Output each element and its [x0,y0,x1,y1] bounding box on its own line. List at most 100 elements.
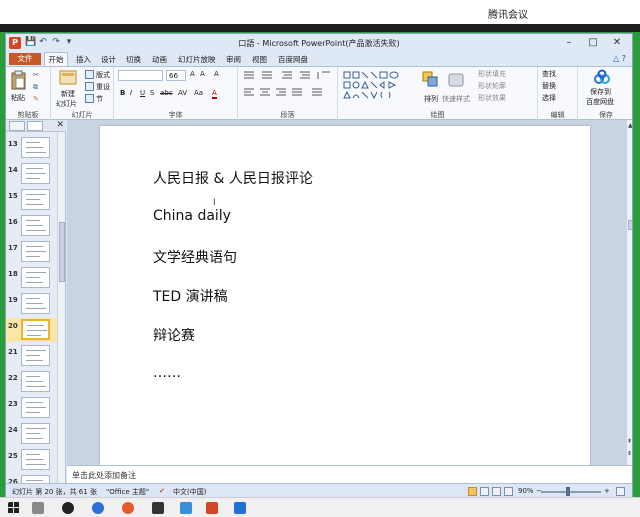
clear-format-icon[interactable]: A [214,70,219,78]
tab-view[interactable]: 视图 [252,54,267,65]
shape-outline-button[interactable]: 形状轮廓 [478,81,506,91]
zoom-level[interactable]: 90% [518,487,534,495]
slide-thumbnail[interactable]: 17 [6,240,58,264]
new-slide-icon[interactable] [59,70,77,86]
powerpoint-taskbar-icon[interactable] [206,502,218,514]
save-to-baidu-button[interactable]: 百度网盘 [586,97,614,107]
shape-effects-button[interactable]: 形状效果 [478,93,506,103]
arrange-icon[interactable] [422,71,438,87]
arrange-button[interactable]: 排列 [424,94,438,104]
reading-view-button[interactable] [492,487,501,496]
thumbnail-scroll-thumb[interactable] [59,222,65,282]
alignment-buttons-icon[interactable] [242,87,332,99]
reset-icon[interactable] [85,82,94,91]
tab-file[interactable]: 文件 [9,53,41,65]
zoom-slider-knob[interactable] [566,487,570,496]
fit-to-window-button[interactable] [616,487,625,496]
slide-thumbnail[interactable]: 21 [6,344,58,368]
slide-thumbnail-preview[interactable] [21,189,50,210]
copy-icon[interactable]: ⧉ [33,83,38,92]
tab-insert[interactable]: 插入 [76,54,91,65]
app-icon[interactable] [62,502,74,514]
thumbnail-scrollbar[interactable] [57,132,65,483]
tab-animations[interactable]: 动画 [152,54,167,65]
shape-fill-button[interactable]: 形状填充 [478,69,506,79]
quick-styles-icon[interactable] [448,71,464,87]
windows-start-icon[interactable] [8,502,20,514]
slide-text-line[interactable]: 人民日报 & 人民日报评论 [153,168,313,188]
maximize-button[interactable]: □ [582,36,604,50]
reset-button[interactable]: 重设 [96,82,110,92]
strikethrough-button[interactable]: abc [160,89,173,97]
chrome-icon[interactable] [122,502,134,514]
change-case-button[interactable]: Aa [194,89,203,97]
app-icon[interactable] [180,502,192,514]
slide-thumbnail-preview[interactable] [21,449,50,470]
italic-button[interactable]: I [130,89,132,97]
slide-thumbnail[interactable]: 14 [6,162,58,186]
spell-check-icon[interactable]: ✔ [159,487,165,495]
slide-scrollbar[interactable]: ▲ ⇞ ⇟ [626,120,632,465]
slide-text-line[interactable]: …… [153,365,181,381]
shapes-gallery-icon[interactable] [342,70,412,100]
list-buttons-icon[interactable] [242,70,332,80]
slide-thumbnail-preview[interactable] [21,215,50,236]
zoom-slider[interactable] [541,491,601,493]
slide-thumbnail-preview[interactable] [21,267,50,288]
tab-transitions[interactable]: 切换 [126,54,141,65]
tab-review[interactable]: 审阅 [226,54,241,65]
section-button[interactable]: 节 [96,94,103,104]
slide-thumbnail[interactable]: 23 [6,396,58,420]
find-button[interactable]: 查找 [542,69,556,79]
char-spacing-button[interactable]: AV [178,89,187,97]
notes-pane[interactable]: 单击此处添加备注 [67,465,632,483]
section-icon[interactable] [85,94,94,103]
slide-thumbnail-preview[interactable] [21,137,50,158]
select-button[interactable]: 选择 [542,93,556,103]
font-color-button[interactable]: A [212,89,217,99]
tencent-meeting-icon[interactable] [234,502,246,514]
slide-thumbnail[interactable]: 19 [6,292,58,316]
tab-home[interactable]: 开始 [44,52,68,67]
close-panel-icon[interactable]: ✕ [56,120,64,130]
tab-slideshow[interactable]: 幻灯片放映 [178,54,216,65]
slide-text-line[interactable]: 文学经典语句 [153,247,237,267]
slide-thumbnail-preview[interactable] [21,293,50,314]
slide-thumbnail[interactable]: 20 [6,318,58,342]
shadow-button[interactable]: S [150,89,154,97]
paste-button[interactable]: 粘贴 [11,93,25,103]
task-view-icon[interactable] [32,502,44,514]
paste-icon[interactable] [11,70,27,90]
slide-text-line[interactable]: 辩论赛 [153,325,195,345]
slide-thumbnail[interactable]: 15 [6,188,58,212]
language-indicator[interactable]: 中文(中国) [173,487,206,497]
slide-scroll-thumb[interactable] [628,220,632,230]
tab-slides-view[interactable] [9,121,25,131]
layout-icon[interactable] [85,70,94,79]
tab-outline-view[interactable] [27,121,43,131]
new-slide-button-label[interactable]: 幻灯片 [56,99,77,109]
save-to-label[interactable]: 保存到 [590,87,611,97]
slide-thumbnail-preview[interactable] [21,163,50,184]
help-icon[interactable]: △ ? [613,54,626,63]
slide-thumbnail[interactable]: 24 [6,422,58,446]
slideshow-button[interactable] [504,487,513,496]
quick-styles-button[interactable]: 快速样式 [442,94,470,104]
slide-thumbnail-preview[interactable] [21,371,50,392]
tab-design[interactable]: 设计 [101,54,116,65]
scroll-up-icon[interactable]: ▲ [628,122,632,129]
bold-button[interactable]: B [120,89,125,97]
replace-button[interactable]: 替换 [542,81,556,91]
slide-thumbnail-preview[interactable] [21,241,50,262]
app-icon[interactable] [152,502,164,514]
slide-thumbnail-preview[interactable] [21,345,50,366]
grow-font-icon[interactable]: A [190,70,195,78]
new-slide-button[interactable]: 新建 [61,89,75,99]
format-painter-icon[interactable]: ✎ [33,95,39,103]
previous-slide-icon[interactable]: ⇞ [627,438,632,445]
normal-view-button[interactable] [468,487,477,496]
current-slide[interactable]: 人民日报 & 人民日报评论 China daily 文学经典语句 TED 演讲稿… [100,126,590,465]
minimize-button[interactable]: – [558,36,580,50]
font-name-combo[interactable] [118,70,163,81]
slide-thumbnail-preview[interactable] [21,423,50,444]
